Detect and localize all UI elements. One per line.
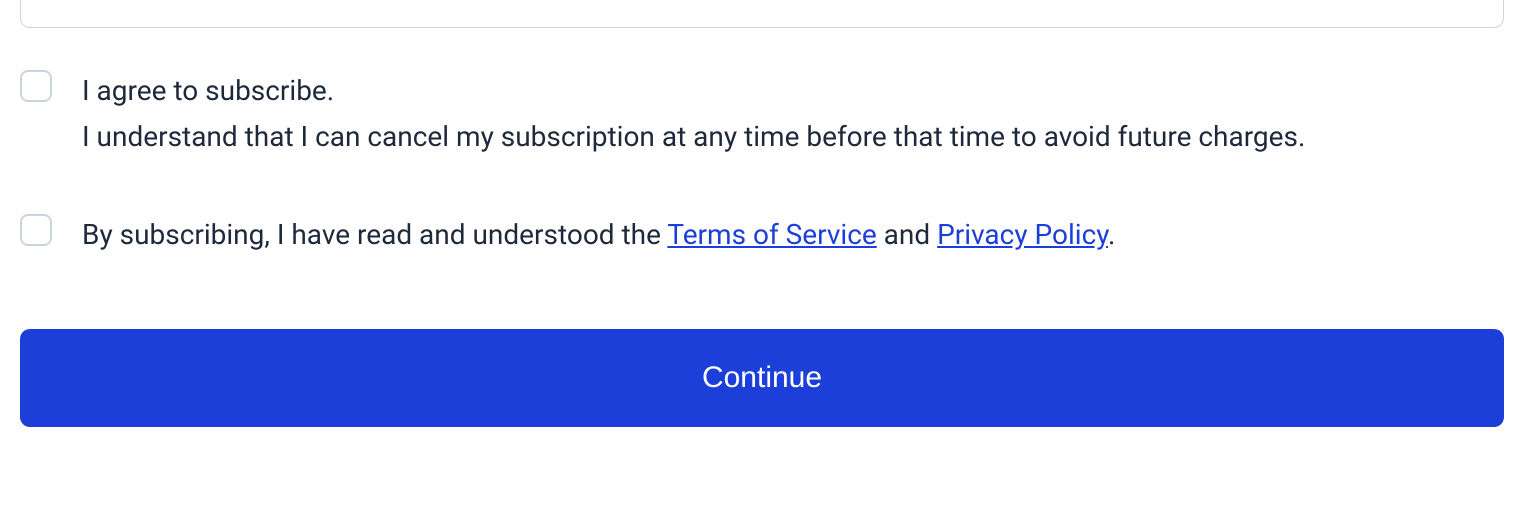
terms-agreement-row: By subscribing, I have read and understo… — [20, 212, 1504, 258]
terms-of-service-link[interactable]: Terms of Service — [667, 218, 876, 251]
terms-mid: and — [877, 218, 937, 251]
subscribe-checkbox[interactable] — [20, 70, 52, 102]
continue-button[interactable]: Continue — [20, 329, 1504, 427]
subscribe-agreement-row: I agree to subscribe. I understand that … — [20, 68, 1504, 160]
subscribe-line1: I agree to subscribe. — [82, 68, 1305, 114]
subscribe-line2: I understand that I can cancel my subscr… — [82, 114, 1305, 160]
terms-prefix: By subscribing, I have read and understo… — [82, 218, 667, 251]
input-field-partial[interactable] — [20, 0, 1504, 28]
privacy-policy-link[interactable]: Privacy Policy — [937, 218, 1108, 251]
terms-text: By subscribing, I have read and understo… — [82, 212, 1115, 258]
terms-checkbox[interactable] — [20, 214, 52, 246]
terms-suffix: . — [1108, 218, 1115, 251]
subscribe-text: I agree to subscribe. I understand that … — [82, 68, 1305, 160]
